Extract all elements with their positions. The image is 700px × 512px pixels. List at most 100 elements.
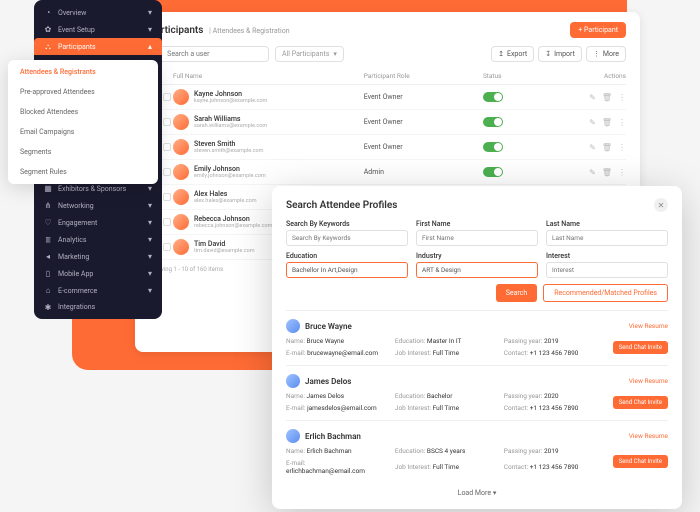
chevron-down-icon: ▾ [148,252,152,261]
view-resume-link[interactable]: View Resume [629,322,668,330]
more-icon[interactable]: ⋮ [618,93,626,102]
dots-icon: ⋮ [593,50,600,58]
avatar [173,139,189,155]
status-toggle[interactable] [483,92,503,102]
participant-role: Event Owner [364,93,483,101]
industry-input[interactable] [416,262,538,278]
delete-icon[interactable]: 🗑 [602,168,612,177]
import-button[interactable]: ↧Import [538,46,582,62]
table-row: ⋮⋮ Emily Johnsonemily.johnson@example.co… [149,160,626,185]
delete-icon[interactable]: 🗑 [602,118,612,127]
table-header: Full Name Participant Role Status Action… [149,68,626,85]
load-more-button[interactable]: Load More ▾ [286,483,668,497]
import-icon: ↧ [545,50,551,58]
lastname-input[interactable] [546,230,668,246]
send-invite-button[interactable]: Send Chat Invite [613,341,668,354]
avatar [173,89,189,105]
row-checkbox[interactable] [163,193,171,201]
submenu-segments[interactable]: Segments [8,142,158,162]
recommended-button[interactable]: Recommended/Matched Profiles [543,284,668,302]
row-checkbox[interactable] [163,243,171,251]
nav-networking[interactable]: ⋔Networking▾ [34,197,162,214]
nav-integrations[interactable]: ✱Integrations [34,299,162,315]
participant-role: Event Owner [364,143,483,151]
chevron-up-icon: ▴ [148,42,152,51]
nav-event-setup[interactable]: ✿Event Setup▾ [34,21,162,38]
delete-icon[interactable]: 🗑 [602,143,612,152]
row-checkbox[interactable] [163,143,171,151]
keywords-label: Search By Keywords [286,220,408,228]
search-input[interactable] [167,50,262,58]
more-icon[interactable]: ⋮ [618,168,626,177]
edit-icon[interactable]: ✎ [589,118,596,127]
chevron-down-icon: ▾ [148,235,152,244]
firstname-label: First Name [416,220,538,228]
view-resume-link[interactable]: View Resume [629,377,668,385]
nav-overview[interactable]: ◔Overview▾ [34,4,162,21]
interest-input[interactable] [546,262,668,278]
edit-icon[interactable]: ✎ [589,168,596,177]
search-button[interactable]: Search [496,284,538,302]
heart-icon: ♡ [44,219,52,227]
search-attendee-modal: Search Attendee Profiles ✕ Search By Key… [272,186,682,509]
participant-name: Emily Johnson [194,165,266,173]
nav-ecommerce[interactable]: ⌂E-commerce▾ [34,282,162,299]
avatar [173,214,189,230]
submenu-preapproved[interactable]: Pre-approved Attendees [8,82,158,102]
education-label: Education [286,252,408,260]
table-row: ⋮⋮ Sarah Williamssarah.williams@example.… [149,110,626,135]
status-toggle[interactable] [483,117,503,127]
more-button[interactable]: ⋮More [586,46,626,62]
send-invite-button[interactable]: Send Chat Invite [613,396,668,409]
table-row: ⋮⋮ Kayne Johnsonkayne.johnson@example.co… [149,85,626,110]
row-checkbox[interactable] [163,218,171,226]
delete-icon[interactable]: 🗑 [602,93,612,102]
participant-name: Kayne Johnson [194,90,267,98]
participant-email: alex.hales@example.com [194,198,257,204]
interest-label: Interest [546,252,668,260]
nav-analytics[interactable]: ⫾⫾Analytics▾ [34,231,162,248]
submenu-rules[interactable]: Segment Rules [8,162,158,182]
result-card: Erlich BachmanView Resume Name: Erlich B… [286,420,668,483]
participant-name: Sarah Williams [194,115,267,123]
filter-dropdown[interactable]: All Participants▾ [275,46,344,62]
nav-engagement[interactable]: ♡Engagement▾ [34,214,162,231]
chevron-down-icon: ▾ [148,25,152,34]
lastname-label: Last Name [546,220,668,228]
submenu-campaigns[interactable]: Email Campaigns [8,122,158,142]
status-toggle[interactable] [483,142,503,152]
nav-marketing[interactable]: ◂Marketing▾ [34,248,162,265]
keywords-input[interactable] [286,230,408,246]
status-toggle[interactable] [483,167,503,177]
submenu-attendees[interactable]: Attendees & Registrants [8,62,158,82]
row-checkbox[interactable] [163,93,171,101]
row-checkbox[interactable] [163,118,171,126]
search-input-wrap[interactable]: ⌕ [149,46,269,62]
participant-name: Rebecca Johnson [194,215,273,223]
participant-role: Admin [364,168,483,176]
gauge-icon: ◔ [44,9,52,17]
avatar [286,319,300,333]
avatar [286,429,300,443]
chevron-down-icon: ▾ [493,489,497,497]
edit-icon[interactable]: ✎ [589,93,596,102]
send-invite-button[interactable]: Send Chat Invite [613,455,668,468]
nav-participants[interactable]: ⛬Participants▴ [34,38,162,55]
participant-name: Tim David [194,240,255,248]
education-input[interactable] [286,262,408,278]
row-checkbox[interactable] [163,168,171,176]
chevron-down-icon: ▾ [148,8,152,17]
nav-mobile[interactable]: ▯Mobile App▾ [34,265,162,282]
export-button[interactable]: ↥Export [491,46,534,62]
mobile-icon: ▯ [44,270,52,278]
close-icon[interactable]: ✕ [654,198,668,212]
more-icon[interactable]: ⋮ [618,143,626,152]
edit-icon[interactable]: ✎ [589,143,596,152]
submenu-blocked[interactable]: Blocked Attendees [8,102,158,122]
industry-label: Industry [416,252,538,260]
add-participant-button[interactable]: + Participant [570,22,626,38]
more-icon[interactable]: ⋮ [618,118,626,127]
view-resume-link[interactable]: View Resume [629,432,668,440]
firstname-input[interactable] [416,230,538,246]
participant-name: Alex Hales [194,190,257,198]
